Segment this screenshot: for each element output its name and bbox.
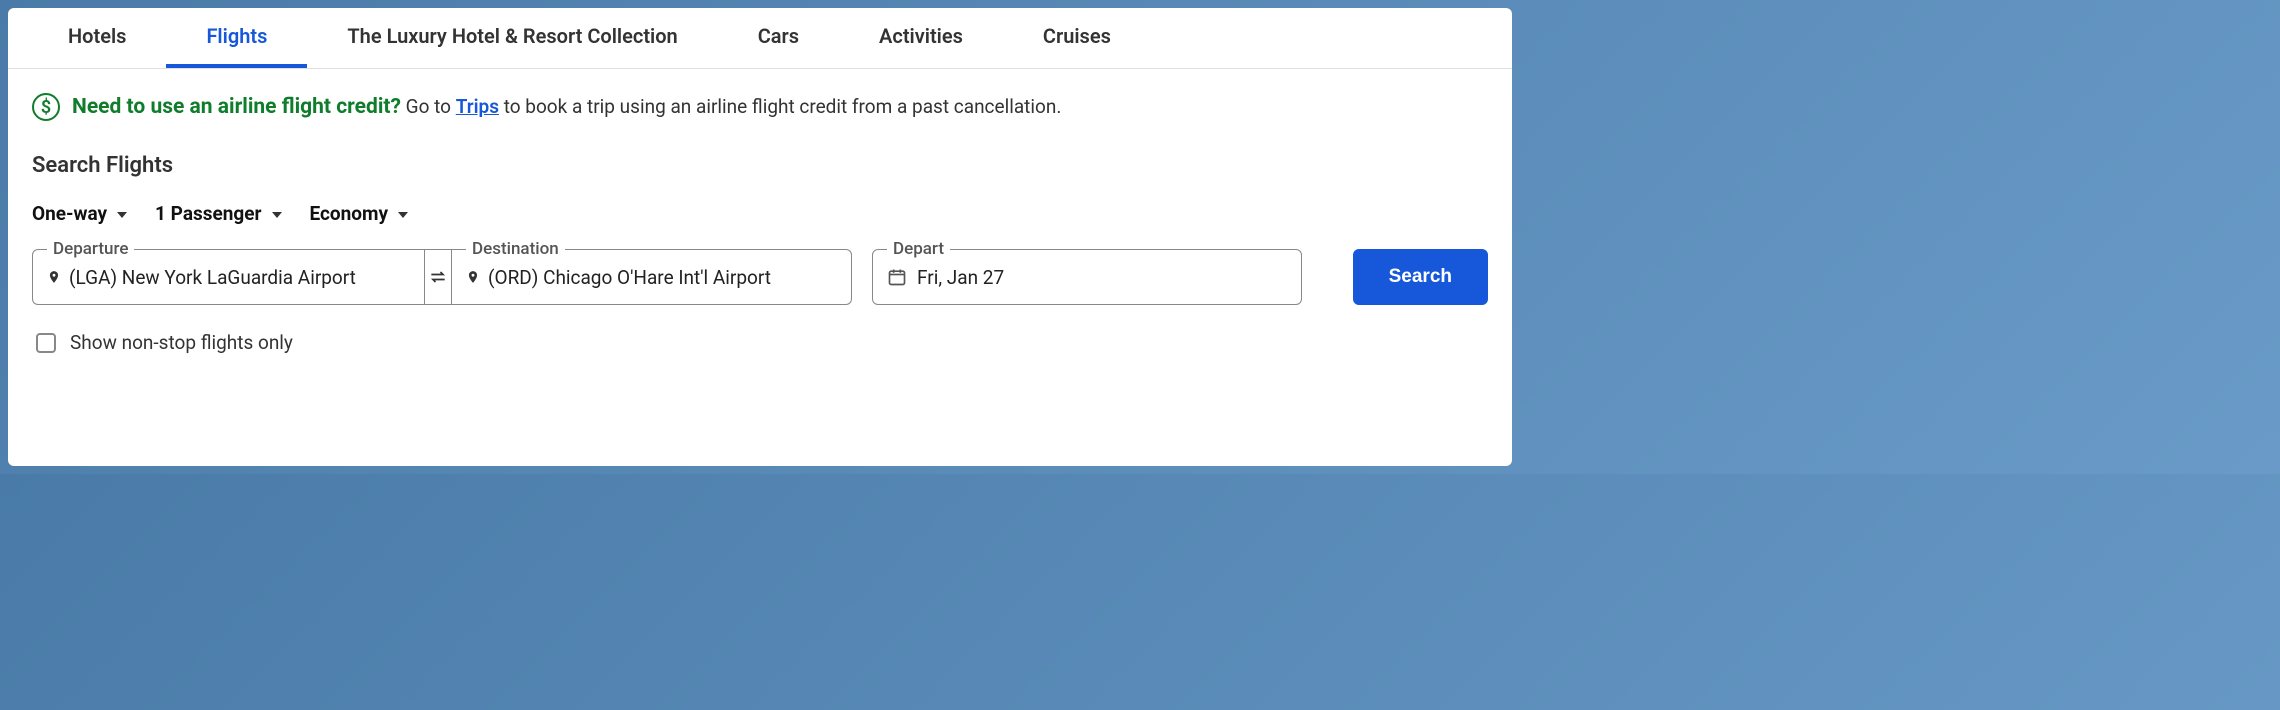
departure-value: (LGA) New York LaGuardia Airport: [69, 266, 356, 289]
swap-icon: [428, 267, 448, 287]
tab-luxury[interactable]: The Luxury Hotel & Resort Collection: [307, 8, 717, 68]
passengers-dropdown[interactable]: 1 Passenger: [155, 202, 281, 225]
section-title: Search Flights: [8, 129, 1512, 186]
flight-options-row: One-way 1 Passenger Economy: [8, 186, 1512, 241]
chevron-down-icon: [398, 212, 408, 218]
nonstop-row: Show non-stop flights only: [8, 313, 1512, 372]
calendar-icon: [887, 267, 907, 287]
destination-input[interactable]: Destination (ORD) Chicago O'Hare Int'l A…: [452, 249, 852, 305]
tabs-row: Hotels Flights The Luxury Hotel & Resort…: [8, 8, 1512, 69]
nonstop-checkbox[interactable]: [36, 333, 56, 353]
notice-headline: Need to use an airline flight credit?: [72, 95, 401, 119]
flight-credit-notice: $ Need to use an airline flight credit? …: [8, 69, 1512, 129]
depart-field-label: Depart: [887, 239, 950, 259]
tab-activities[interactable]: Activities: [839, 8, 1003, 68]
search-card: Hotels Flights The Luxury Hotel & Resort…: [8, 8, 1512, 466]
tab-cruises[interactable]: Cruises: [1003, 8, 1151, 68]
swap-locations-button[interactable]: [424, 249, 452, 305]
map-pin-icon: [47, 268, 61, 286]
passengers-label: 1 Passenger: [155, 202, 261, 225]
notice-prefix: Go to: [406, 95, 456, 118]
destination-field-label: Destination: [466, 239, 565, 259]
trip-type-label: One-way: [32, 202, 107, 225]
nonstop-label: Show non-stop flights only: [70, 331, 293, 354]
locations-group: Departure (LGA) New York LaGuardia Airpo…: [32, 249, 860, 305]
chevron-down-icon: [272, 212, 282, 218]
chevron-down-icon: [117, 212, 127, 218]
tab-hotels[interactable]: Hotels: [28, 8, 166, 68]
depart-date-input[interactable]: Depart Fri, Jan 27: [872, 249, 1302, 305]
search-button[interactable]: Search: [1353, 249, 1488, 305]
depart-value: Fri, Jan 27: [917, 266, 1004, 289]
search-inputs-row: Departure (LGA) New York LaGuardia Airpo…: [8, 241, 1512, 313]
trip-type-dropdown[interactable]: One-way: [32, 202, 127, 225]
cabin-dropdown[interactable]: Economy: [310, 202, 409, 225]
tab-cars[interactable]: Cars: [718, 8, 839, 68]
destination-value: (ORD) Chicago O'Hare Int'l Airport: [488, 266, 771, 289]
cabin-label: Economy: [310, 202, 389, 225]
map-pin-icon: [466, 268, 480, 286]
dollar-icon: $: [32, 93, 60, 121]
tab-flights[interactable]: Flights: [166, 8, 307, 68]
trips-link[interactable]: Trips: [456, 95, 499, 118]
departure-input[interactable]: Departure (LGA) New York LaGuardia Airpo…: [32, 249, 424, 305]
notice-text-wrap: Need to use an airline flight credit? Go…: [72, 95, 1061, 119]
notice-suffix: to book a trip using an airline flight c…: [499, 95, 1061, 118]
departure-field-label: Departure: [47, 239, 134, 259]
